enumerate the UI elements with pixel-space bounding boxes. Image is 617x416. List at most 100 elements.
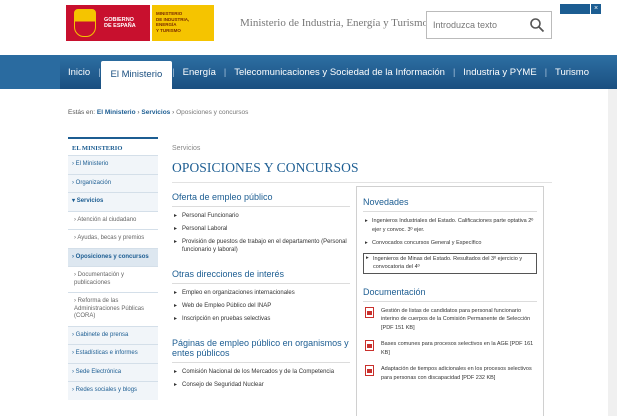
nav-item-inicio[interactable]: Inicio	[60, 67, 98, 78]
document-link[interactable]: Bases comunes para procesos selectivos e…	[363, 340, 537, 357]
sidebar-item-label: Organización	[75, 179, 112, 186]
bullet-icon: ▸	[366, 254, 369, 261]
document-text: Bases comunes para procesos selectivos e…	[381, 341, 534, 356]
ministry-logo[interactable]: MINISTERIO DE INDUSTRIA, ENERGÍA Y TURIS…	[152, 5, 214, 41]
sidebar-item-el-ministerio[interactable]: › El Ministerio	[68, 155, 158, 174]
breadcrumb-prefix: Estás en:	[68, 109, 96, 116]
sidebar-item-oposiciones[interactable]: › Oposiciones y concursos	[68, 247, 158, 266]
sidebar-item-documentacion[interactable]: › Documentación y publicaciones	[68, 266, 158, 292]
page-title: OPOSICIONES Y CONCURSOS	[172, 160, 359, 175]
search-box	[426, 11, 552, 39]
pdf-icon	[365, 306, 374, 318]
sidebar-item-redes-sociales[interactable]: › Redes sociales y blogs	[68, 381, 158, 400]
sidebar-item-gabinete-prensa[interactable]: › Gabinete de prensa	[68, 325, 158, 344]
pdf-icon	[365, 365, 374, 376]
link-web-inap[interactable]: ▸ Web de Empleo Público del INAP	[172, 302, 350, 310]
bullet-icon: ▸	[365, 240, 368, 246]
news-docs-panel: Novedades ▸ Ingenieros Industriales del E…	[356, 186, 544, 416]
link-csn[interactable]: ▸ Consejo de Seguridad Nuclear	[172, 381, 350, 389]
sidebar-item-label: Ayudas, becas y premios	[77, 235, 145, 241]
news-text: Ingenieros de Minas del Estado. Resultad…	[373, 255, 523, 271]
document-text: Gestión de listas de candidatos para per…	[381, 307, 531, 331]
link-provision-puestos[interactable]: ▸ Provisión de puestos de trabajo en el d…	[172, 238, 350, 254]
heading-otras-direcciones: Otras direcciones de interés	[172, 269, 350, 284]
site-header: GOBIERNO DE ESPAÑA MINISTERIO DE INDUSTR…	[0, 0, 617, 55]
section-label: Servicios	[172, 145, 201, 152]
heading-paginas-empleo: Páginas de empleo público en organismos …	[172, 338, 350, 363]
close-icon[interactable]: ×	[591, 4, 601, 14]
breadcrumb-separator: ›	[172, 109, 175, 116]
sidebar-item-servicios[interactable]: ▾ Servicios	[68, 192, 158, 211]
sidebar-item-label: Documentación y publicaciones	[74, 272, 125, 286]
sidebar-item-reforma-cora[interactable]: › Reforma de las Administraciones Públic…	[68, 292, 158, 326]
sidebar-item-organizacion[interactable]: › Organización	[68, 173, 158, 192]
page-scrollbar[interactable]	[608, 89, 617, 416]
sidebar: EL MINISTERIO › El Ministerio › Organiza…	[68, 137, 158, 416]
heading-documentacion: Documentación	[363, 287, 537, 302]
breadcrumb-separator: ›	[137, 109, 140, 116]
bullet-icon: ▸	[174, 213, 178, 219]
news-item[interactable]: ▸ Ingenieros Industriales del Estado. Cal…	[363, 217, 537, 234]
link-text: Web de Empleo Público del INAP	[182, 303, 272, 309]
document-link[interactable]: Adaptación de tiempos adicionales en los…	[363, 365, 537, 382]
breadcrumb-current: Oposiciones y concursos	[176, 109, 249, 116]
pdf-icon	[365, 340, 374, 351]
link-inscripcion-pruebas[interactable]: ▸ Inscripción en pruebas selectivas	[172, 315, 350, 323]
news-text: Ingenieros Industriales del Estado. Cali…	[372, 218, 534, 233]
search-input[interactable]	[427, 12, 523, 38]
link-organizaciones-internacionales[interactable]: ▸ Empleo en organizaciones internacionale…	[172, 289, 350, 297]
sidebar-item-label: El Ministerio	[75, 161, 109, 167]
heading-oferta-empleo: Oferta de empleo público	[172, 192, 350, 207]
link-text: Empleo en organizaciones internacionales	[182, 290, 295, 296]
breadcrumb-link-servicios[interactable]: Servicios	[141, 109, 170, 116]
link-text: Personal Laboral	[182, 226, 228, 232]
main-navigation: Inicio | El Ministerio | Energía | Telec…	[60, 55, 617, 89]
sidebar-item-label: Sede Electrónica	[75, 368, 122, 375]
nav-item-industria[interactable]: Industria y PYME	[455, 67, 544, 78]
nav-item-turismo[interactable]: Turismo	[547, 67, 597, 78]
sidebar-item-ayudas[interactable]: › Ayudas, becas y premios	[68, 229, 158, 248]
heading-novedades: Novedades	[363, 197, 537, 212]
news-item[interactable]: ▸ Convocados concursos General y Específi…	[363, 239, 537, 248]
bullet-icon: ▸	[174, 226, 178, 232]
news-text: Convocados concursos General y Específic…	[372, 240, 482, 246]
nav-item-telecomunicaciones[interactable]: Telecomunicaciones y Sociedad de la Info…	[226, 67, 453, 78]
link-text: Inscripción en pruebas selectivas	[182, 316, 271, 322]
breadcrumb-link-el-ministerio[interactable]: El Ministerio	[97, 109, 136, 116]
search-icon[interactable]	[529, 17, 545, 33]
nav-item-el-ministerio[interactable]: El Ministerio	[100, 61, 173, 89]
link-cnmc[interactable]: ▸ Comisión Nacional de los Mercados y de …	[172, 368, 350, 376]
sidebar-item-label: Reforma de las Administraciones Públicas…	[74, 298, 145, 319]
link-text: Provisión de puestos de trabajo en el de…	[182, 239, 347, 253]
bullet-icon: ▸	[174, 239, 178, 245]
sidebar-item-label: Estadísticas e informes	[75, 350, 138, 356]
bullet-icon: ▸	[174, 290, 178, 296]
sidebar-item-sede-electronica[interactable]: › Sede Electrónica	[68, 362, 158, 381]
sidebar-item-label: Servicios	[76, 198, 104, 204]
title-divider	[172, 182, 552, 183]
main-content: Oferta de empleo público ▸ Personal Funci…	[172, 192, 350, 394]
document-text: Adaptación de tiempos adicionales en los…	[381, 366, 532, 381]
breadcrumb: Estás en: El Ministerio › Servicios › Op…	[68, 109, 248, 116]
sidebar-item-label: Atención al ciudadano	[77, 216, 137, 223]
link-personal-laboral[interactable]: ▸ Personal Laboral	[172, 225, 350, 233]
sidebar-item-estadisticas[interactable]: › Estadísticas e informes	[68, 344, 158, 363]
link-text: Consejo de Seguridad Nuclear	[182, 382, 264, 388]
document-link[interactable]: Gestión de listas de candidatos para per…	[363, 306, 537, 333]
bullet-icon: ▸	[174, 382, 178, 388]
bullet-icon: ▸	[174, 316, 178, 322]
news-item-focused[interactable]: ▸ Ingenieros de Minas del Estado. Resulta…	[363, 252, 537, 274]
sidebar-item-atencion-ciudadano[interactable]: › Atención al ciudadano	[68, 210, 158, 229]
government-logo-text: GOBIERNO DE ESPAÑA	[104, 17, 136, 29]
coat-of-arms-icon	[74, 9, 96, 37]
sidebar-header: EL MINISTERIO	[68, 137, 158, 155]
sidebar-item-label: Redes sociales y blogs	[75, 387, 138, 393]
language-selector[interactable]	[560, 4, 590, 14]
government-logo[interactable]: GOBIERNO DE ESPAÑA	[66, 5, 150, 41]
link-personal-funcionario[interactable]: ▸ Personal Funcionario	[172, 212, 350, 220]
ministry-logo-text: MINISTERIO DE INDUSTRIA, ENERGÍA Y TURIS…	[156, 11, 190, 33]
nav-item-energia[interactable]: Energía	[175, 67, 224, 78]
